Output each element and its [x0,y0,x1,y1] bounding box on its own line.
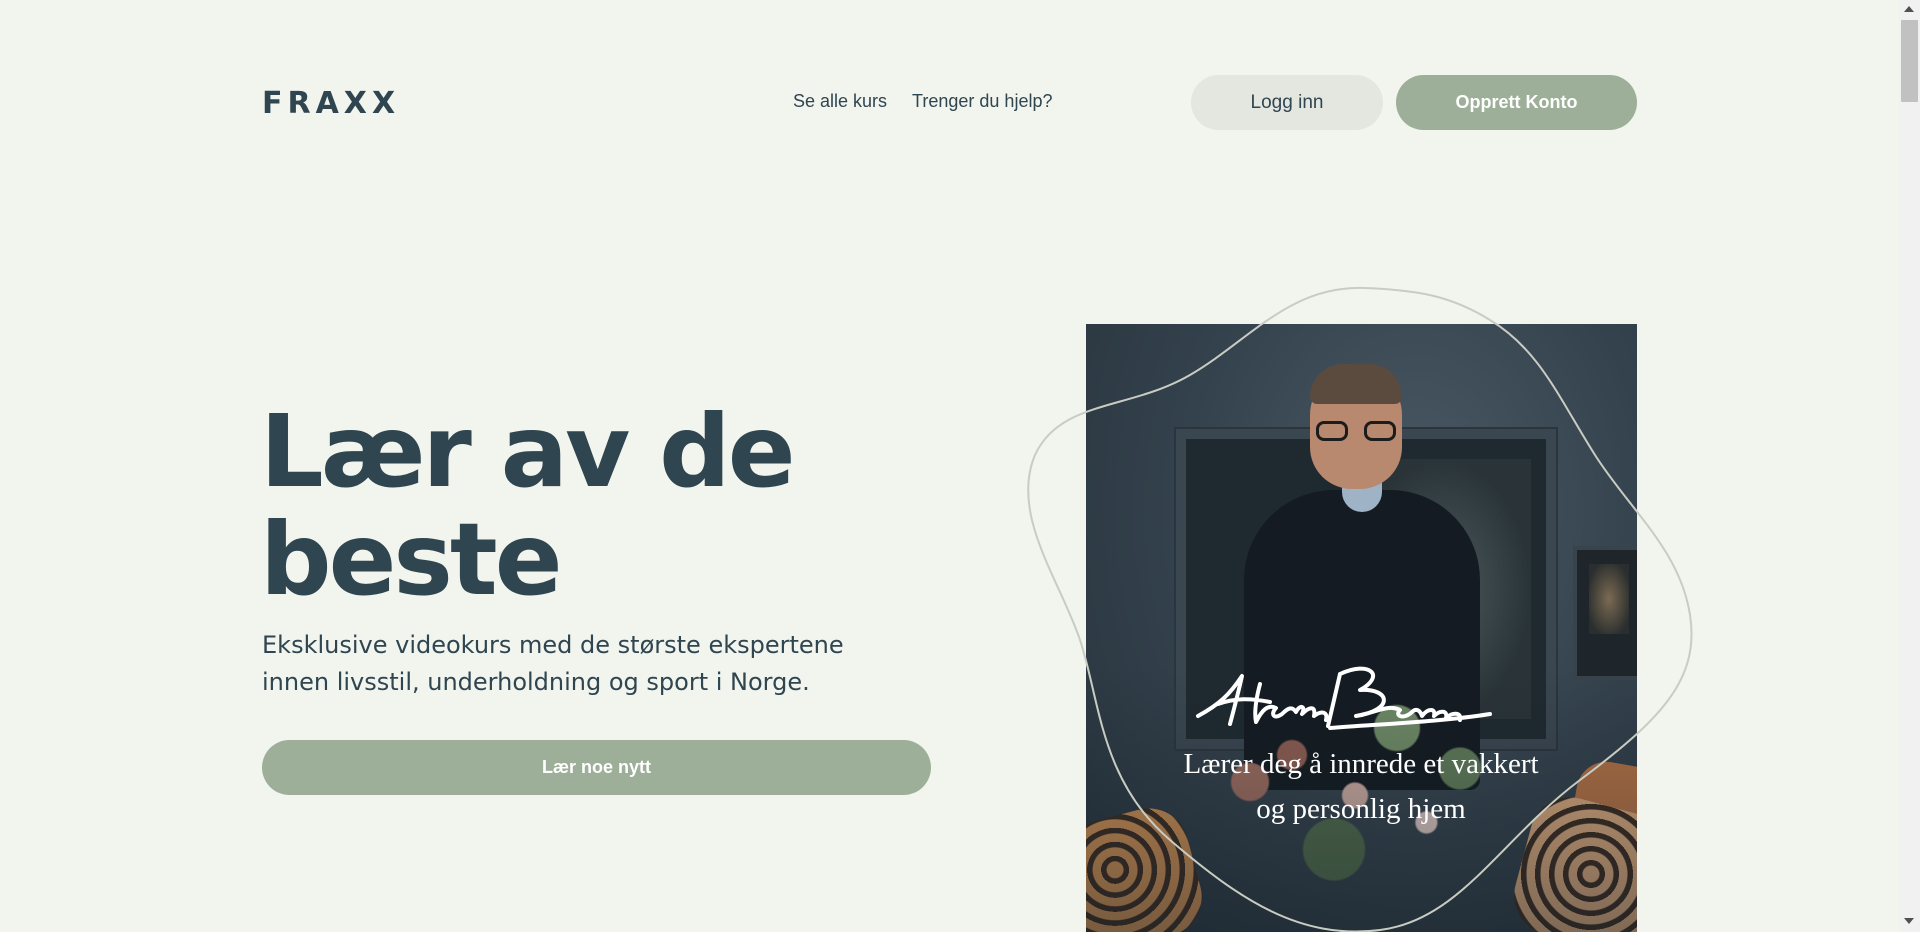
main-nav: Se alle kurs Trenger du hjelp? [793,91,1052,112]
nav-link-all-courses[interactable]: Se alle kurs [793,91,887,112]
course-tagline-line-2: og personlig hjem [1256,793,1466,825]
hero-subtitle: Eksklusive videokurs med de største eksp… [262,627,882,701]
hero-title-line-2: beste [260,501,563,618]
scrollbar-thumb[interactable] [1901,20,1918,102]
instructor-signature [1196,666,1492,730]
create-account-button[interactable]: Opprett Konto [1396,75,1637,130]
hero-subtitle-line-1: Eksklusive videokurs med de største eksp… [262,631,844,659]
hero-title-line-1: Lær av de [260,393,796,510]
featured-course-image[interactable] [1086,324,1637,932]
fraxx-logo[interactable]: FRAXX [262,86,400,121]
course-tagline: Lærer deg å innrede et vakkert og person… [1111,742,1611,832]
vertical-scrollbar[interactable] [1899,0,1920,932]
nav-link-help[interactable]: Trenger du hjelp? [912,91,1052,112]
scroll-down-arrow-icon[interactable] [1904,918,1914,924]
landing-page: FRAXX Se alle kurs Trenger du hjelp? Log… [0,0,1899,932]
hero-subtitle-line-2: innen livsstil, underholdning og sport i… [262,668,810,696]
course-tagline-line-1: Lærer deg å innrede et vakkert [1183,748,1539,780]
scroll-up-arrow-icon[interactable] [1904,6,1914,12]
learn-something-new-button[interactable]: Lær noe nytt [262,740,931,795]
login-button[interactable]: Logg inn [1191,75,1383,130]
hero-title: Lær av de beste [260,398,796,614]
